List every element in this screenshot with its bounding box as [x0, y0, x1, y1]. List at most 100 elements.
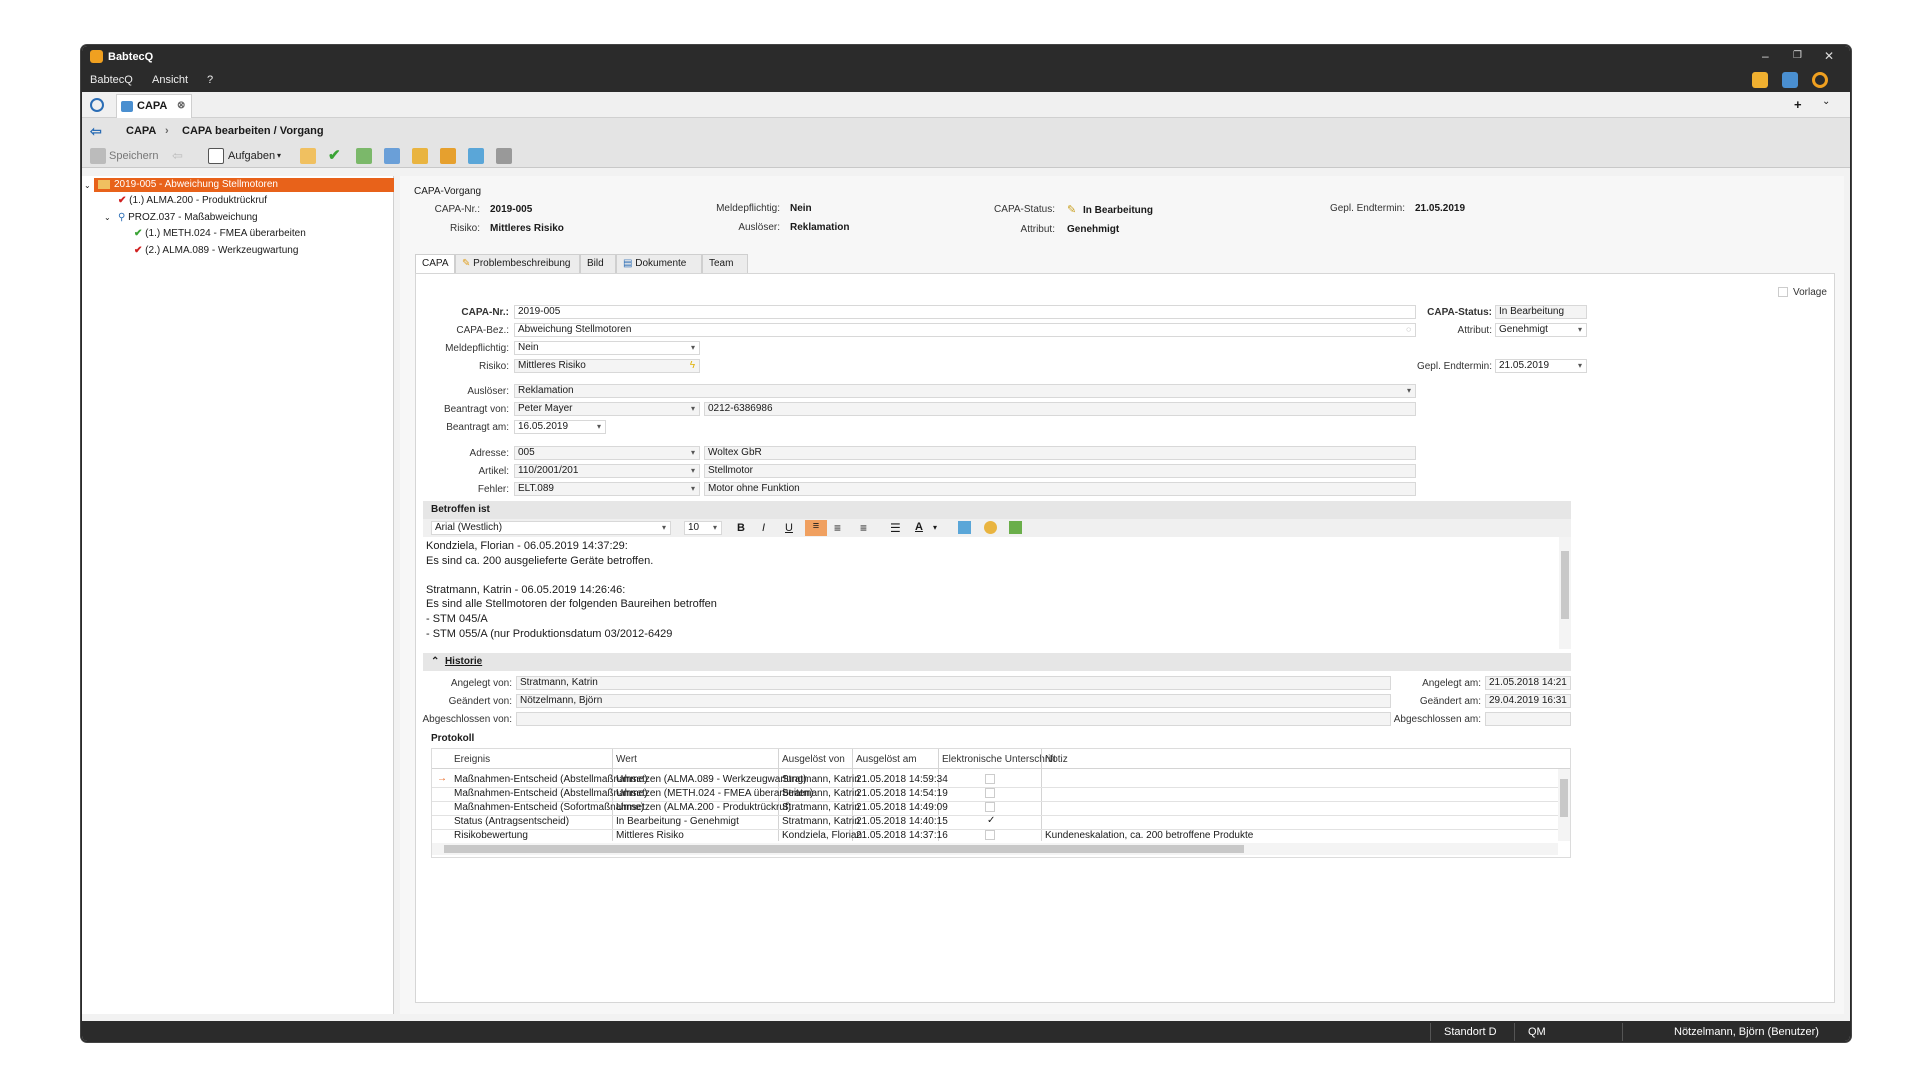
collapse-icon[interactable]: ⌃: [431, 656, 439, 667]
tab-capa-detail[interactable]: CAPA: [415, 254, 455, 274]
address-name-field[interactable]: Woltex GbR: [704, 446, 1416, 460]
changed-on-field: 29.04.2019 16:31: [1485, 694, 1571, 708]
history-header[interactable]: ⌃ Historie: [423, 653, 1571, 671]
cell-triggered-on: 21.05.2018 14:49:09: [856, 802, 948, 813]
users-icon[interactable]: [1752, 72, 1768, 88]
workflow-icon[interactable]: [356, 148, 372, 164]
tree-item-alma200[interactable]: ✔ (1.) ALMA.200 - Produktrückruf: [118, 194, 267, 208]
size-select[interactable]: 10 ▾: [684, 521, 722, 535]
requested-by-select[interactable]: Peter Mayer ▾: [514, 402, 700, 416]
column-header[interactable]: Ausgelöst von: [782, 754, 845, 765]
affected-editor[interactable]: Kondziela, Florian - 06.05.2019 14:37:29…: [423, 537, 1559, 649]
grid-hscrollbar[interactable]: [432, 843, 1558, 855]
status-field[interactable]: In Bearbeitung: [1495, 305, 1587, 319]
tasks-icon[interactable]: [208, 148, 224, 164]
export-icon[interactable]: [468, 148, 484, 164]
tab-capa[interactable]: CAPA ⊗: [116, 94, 192, 118]
folder-icon[interactable]: [300, 148, 316, 164]
tree-item-label: (2.) ALMA.089 - Werkzeugwartung: [145, 245, 299, 256]
home-icon[interactable]: [90, 98, 104, 112]
comment-icon[interactable]: ◌: [1406, 324, 1411, 336]
tab-problembeschreibung[interactable]: ✎ Problembeschreibung: [455, 254, 580, 274]
save-icon[interactable]: [90, 148, 106, 164]
template-checkbox[interactable]: [1778, 287, 1788, 297]
enddate-field[interactable]: 21.05.2019 ▾: [1495, 359, 1587, 373]
capa-nr-field[interactable]: 2019-005: [514, 305, 1416, 319]
column-header[interactable]: Ausgelöst am: [856, 754, 917, 765]
grid-vscrollbar[interactable]: [1558, 769, 1570, 841]
folder-icon: [98, 180, 110, 189]
breadcrumb-root[interactable]: CAPA: [126, 125, 156, 137]
address-select[interactable]: 005 ▾: [514, 446, 700, 460]
changed-by-field: Nötzelmann, Björn: [516, 694, 1391, 708]
insert-user-icon[interactable]: [984, 521, 997, 534]
error-select[interactable]: ELT.089 ▾: [514, 482, 700, 496]
restore-icon[interactable]: ❐: [1793, 50, 1802, 61]
align-right-icon[interactable]: ≡: [860, 521, 867, 535]
tasks-dropdown-icon[interactable]: ▾: [277, 151, 281, 160]
column-header[interactable]: Notiz: [1045, 754, 1068, 765]
expand-icon[interactable]: ⌄: [104, 211, 111, 225]
font-select[interactable]: Arial (Westlich) ▾: [431, 521, 671, 535]
font-color-dropdown-icon[interactable]: ▾: [933, 523, 937, 532]
tree-item-alma089[interactable]: ✔ (2.) ALMA.089 - Werkzeugwartung: [134, 244, 298, 258]
tab-bild[interactable]: Bild: [580, 254, 616, 274]
cell-note: Kundeneskalation, ca. 200 betroffene Pro…: [1045, 830, 1254, 841]
tree-item-proz037[interactable]: ⚲ PROZ.037 - Maßabweichung: [118, 211, 258, 225]
report-icon[interactable]: [1782, 72, 1798, 88]
article-select[interactable]: 110/2001/201 ▾: [514, 464, 700, 478]
attr-select[interactable]: Genehmigt ▾: [1495, 323, 1587, 337]
insert-field-icon[interactable]: [1009, 521, 1022, 534]
tree-item-root[interactable]: 2019-005 - Abweichung Stellmotoren: [94, 178, 394, 192]
list-icon[interactable]: ☰: [890, 521, 901, 535]
close-tab-icon[interactable]: ⊗: [177, 100, 185, 111]
menu-help[interactable]: ?: [207, 74, 213, 86]
requested-on-date[interactable]: 16.05.2019 ▾: [514, 420, 606, 434]
editor-scrollbar[interactable]: [1559, 537, 1571, 649]
insert-image-icon[interactable]: [958, 521, 971, 534]
column-header[interactable]: Elektronische Unterschrift: [942, 754, 1056, 765]
close-icon[interactable]: ✕: [1824, 49, 1834, 63]
back-arrow-icon[interactable]: ⇦: [90, 123, 102, 140]
underline-icon[interactable]: U: [785, 522, 793, 534]
header-attr: Genehmigt: [1067, 224, 1120, 235]
article-name-field[interactable]: Stellmotor: [704, 464, 1416, 478]
phone-field[interactable]: 0212-6386986: [704, 402, 1416, 416]
capa-bez-field[interactable]: Abweichung Stellmotoren ◌: [514, 323, 1416, 337]
print-icon[interactable]: [496, 148, 512, 164]
add-measure-icon[interactable]: [412, 148, 428, 164]
save-button[interactable]: Speichern: [109, 150, 159, 162]
font-color-icon[interactable]: A: [915, 521, 923, 533]
risk-field[interactable]: Mittleres Risiko ϟ: [514, 359, 700, 373]
add-group-icon[interactable]: [440, 148, 456, 164]
process-icon: ⚲: [118, 212, 126, 223]
trigger-select[interactable]: Reklamation ▾: [514, 384, 1416, 398]
trigger-value: Reklamation: [518, 385, 574, 396]
tab-menu-icon[interactable]: ⌄: [1822, 96, 1830, 107]
tasks-button[interactable]: Aufgaben: [228, 150, 275, 162]
menu-babtecq[interactable]: BabtecQ: [90, 74, 133, 86]
approve-check-icon[interactable]: ✔: [328, 146, 344, 164]
italic-icon[interactable]: I: [762, 522, 765, 534]
cell-value: Umsetzen (ALMA.089 - Werkzeugwartung): [616, 774, 807, 785]
menu-ansicht[interactable]: Ansicht: [152, 74, 188, 86]
bold-icon[interactable]: B: [737, 522, 745, 534]
column-header[interactable]: Ereignis: [454, 754, 490, 765]
status-bar: Standort D QM Nötzelmann, Björn (Benutze…: [82, 1021, 1850, 1041]
minimize-icon[interactable]: –: [1762, 49, 1769, 63]
align-center-icon[interactable]: ≡: [834, 521, 841, 535]
tab-dokumente[interactable]: ▤ Dokumente: [616, 254, 702, 274]
tree-item-meth024[interactable]: ✔ (1.) METH.024 - FMEA überarbeiten: [134, 227, 306, 241]
header-attr-label: Attribut:: [1020, 224, 1055, 235]
babtec-logo-icon[interactable]: [1812, 72, 1828, 88]
report-select[interactable]: Nein ▾: [514, 341, 700, 355]
undo-icon[interactable]: ⇦: [172, 148, 188, 164]
error-name-field[interactable]: Motor ohne Funktion: [704, 482, 1416, 496]
column-header[interactable]: Wert: [616, 754, 637, 765]
tab-team[interactable]: Team: [702, 254, 748, 274]
align-left-icon[interactable]: ≡: [805, 520, 827, 536]
lightning-icon[interactable]: ϟ: [690, 360, 695, 372]
add-action-icon[interactable]: [384, 148, 400, 164]
expand-icon[interactable]: ⌄: [84, 179, 91, 193]
add-tab-icon[interactable]: +: [1794, 97, 1802, 112]
